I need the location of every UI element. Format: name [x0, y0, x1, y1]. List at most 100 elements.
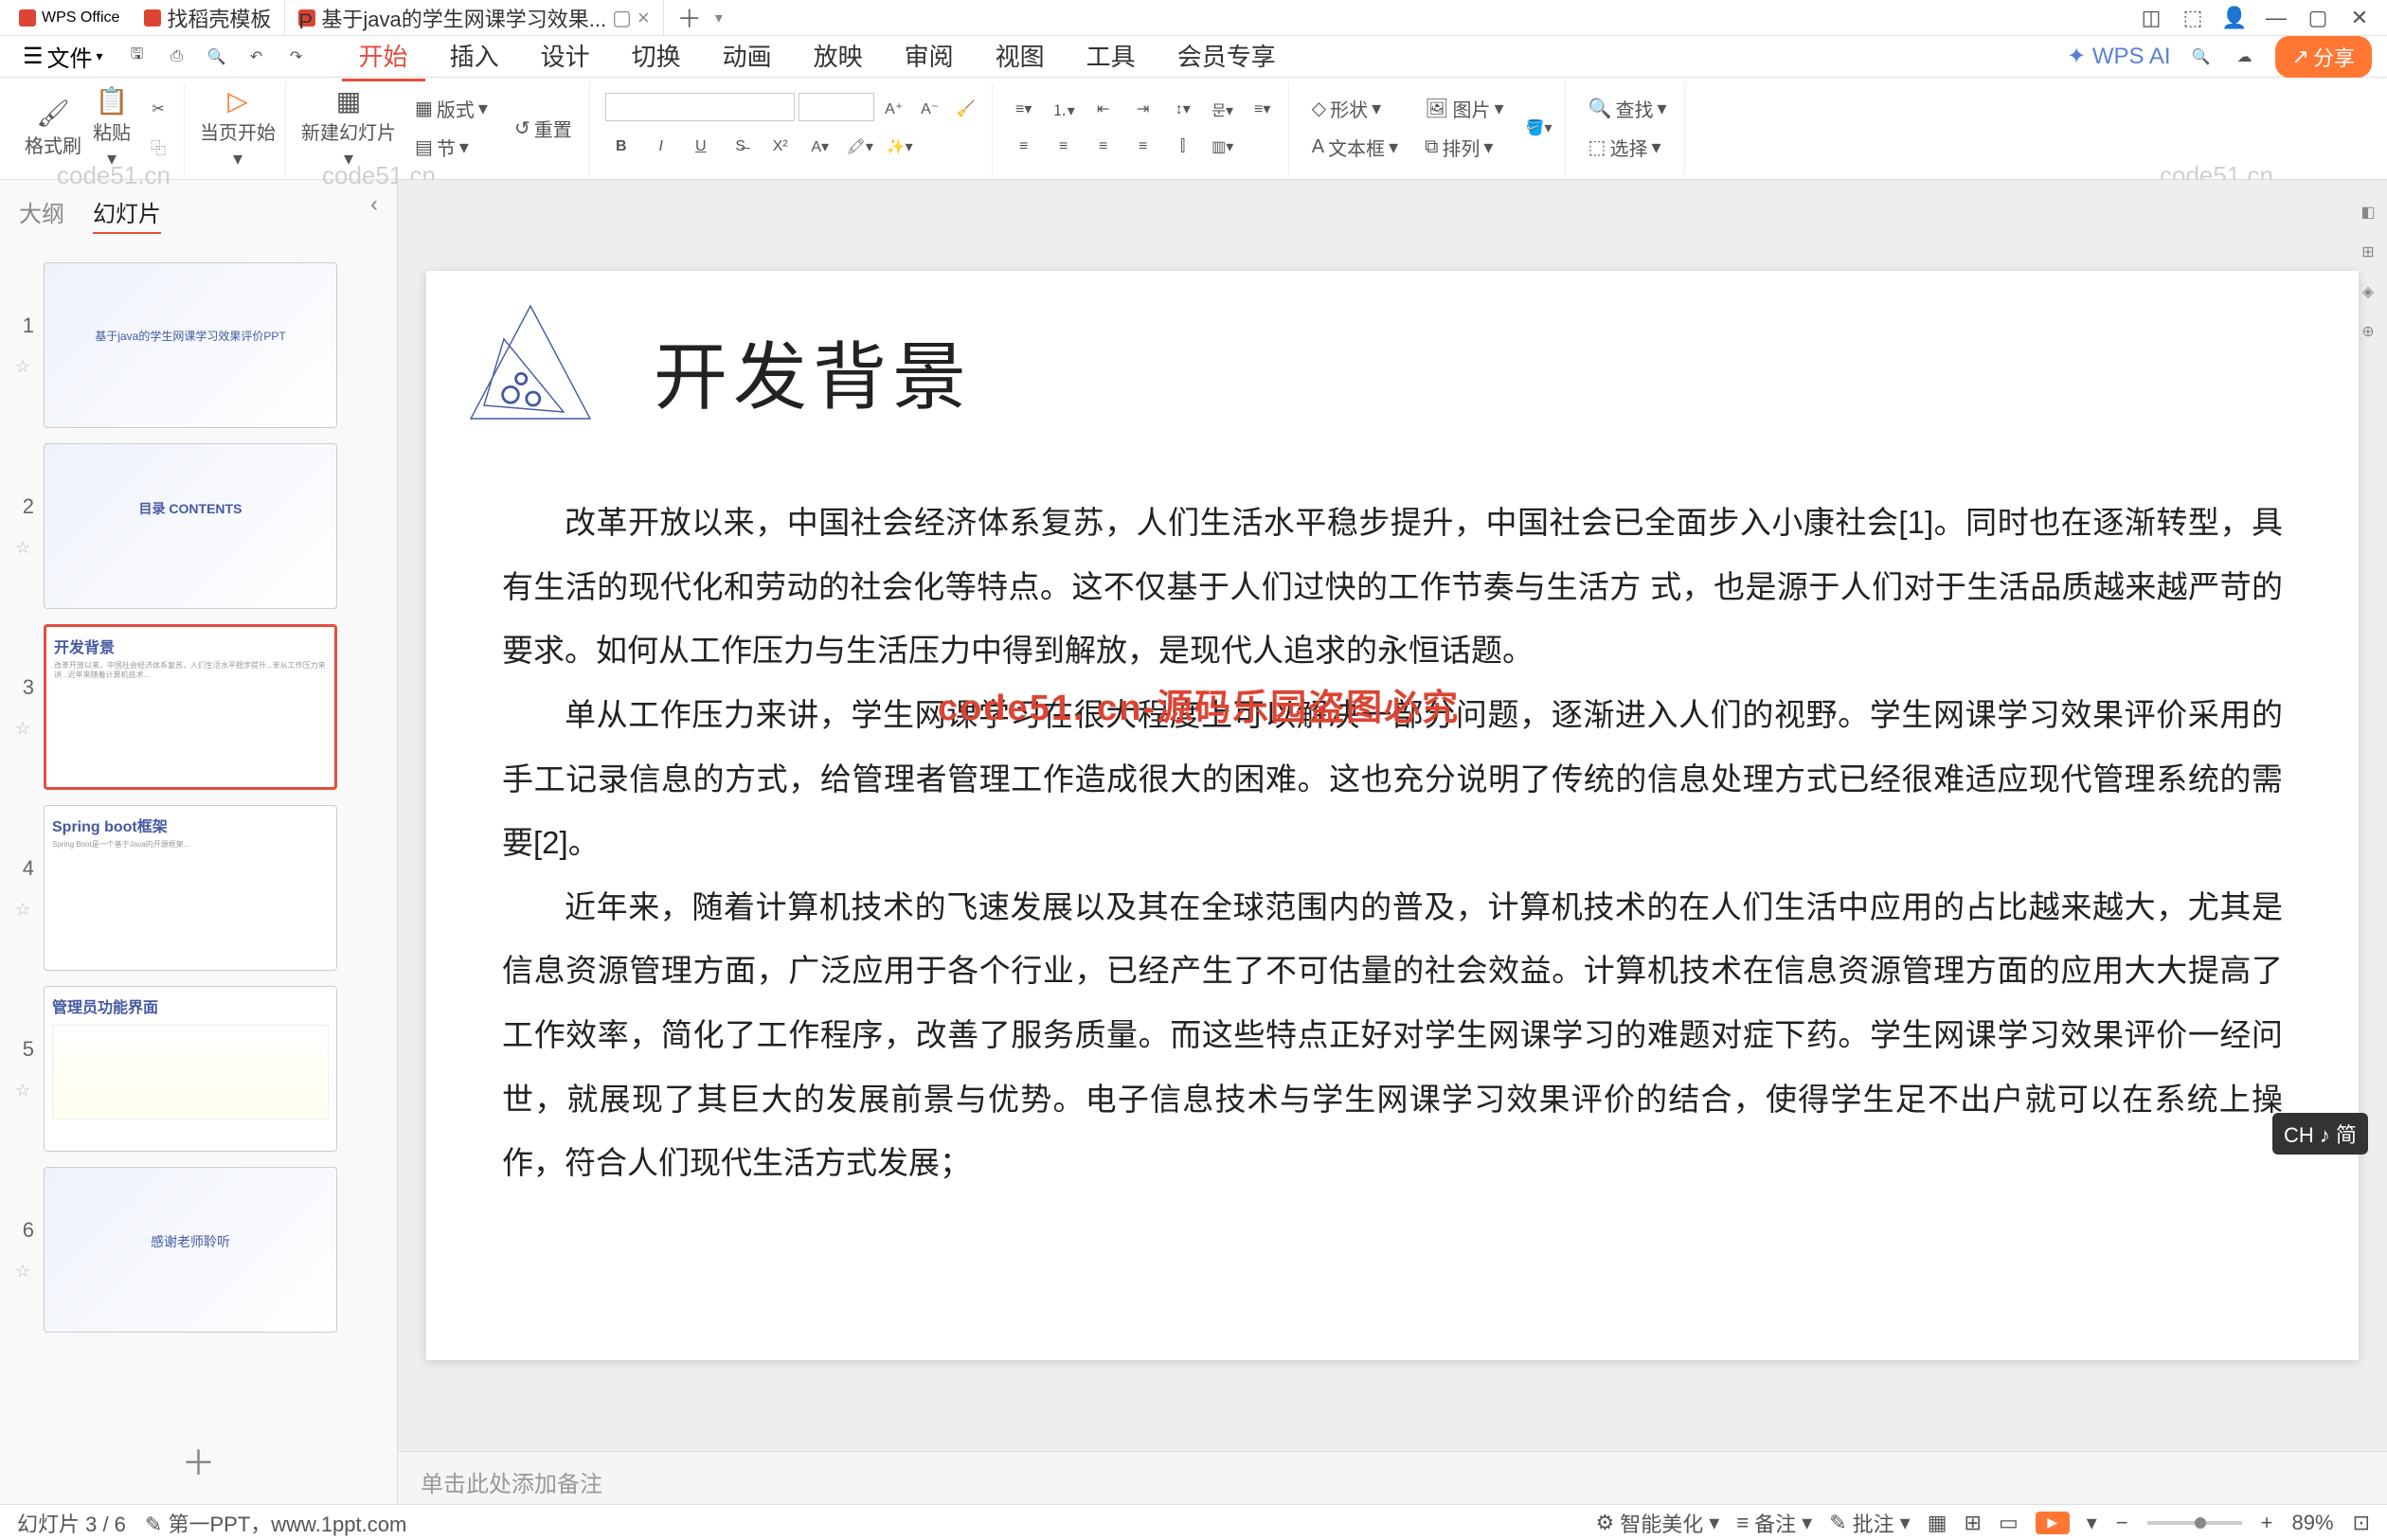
paragraph[interactable]: 近年来，随着计算机技术的飞速发展以及其在全球范围内的普及，计算机技术的在人们生活… [502, 875, 2283, 1195]
minimize-button[interactable]: — [2264, 6, 2288, 30]
slide-body[interactable]: 改革开放以来，中国社会经济体系复苏，人们生活水平稳步提升，中国社会已全面步入小康… [502, 491, 2283, 1195]
font-color-icon[interactable]: A▾ [804, 131, 836, 163]
slide-thumbnail-1[interactable]: 1☆ 基于java的学生网课学习效果评价PPT [0, 255, 397, 436]
star-icon[interactable]: ☆ [15, 1262, 34, 1281]
slideshow-button[interactable]: ▶ [2036, 1512, 2070, 1534]
section-button[interactable]: ▤ 节 ▾ [407, 130, 495, 165]
ime-indicator[interactable]: CH ♪ 简 [2272, 1113, 2368, 1155]
indent-right-icon[interactable]: ⇥ [1127, 93, 1159, 125]
align-left-icon[interactable]: ≡ [1008, 131, 1040, 163]
bold-icon[interactable]: B [605, 131, 637, 163]
canvas-viewport[interactable]: 开发背景 改革开放以来，中国社会经济体系复苏，人们生活水平稳步提升，中国社会已全… [398, 180, 2387, 1451]
tab-insert[interactable]: 插入 [433, 32, 516, 81]
from-current-button[interactable]: ▷当页开始 ▾ [200, 85, 276, 170]
zoom-in-icon[interactable]: + [2261, 1511, 2273, 1535]
align-justify-icon[interactable]: ≡ [1127, 131, 1159, 163]
tab-slideshow[interactable]: 放映 [797, 32, 880, 81]
collapse-panel-icon[interactable]: ‹ [370, 191, 378, 234]
tab-document[interactable]: P 基于java的学生网课学习效果... ▢ × [285, 0, 663, 35]
fit-window-icon[interactable]: ⊡ [2353, 1511, 2370, 1535]
font-select[interactable] [605, 93, 795, 121]
tab-member[interactable]: 会员专享 [1160, 32, 1293, 81]
save-icon[interactable]: 🖫 [124, 44, 151, 70]
slide-thumbnail-5[interactable]: 5☆ 管理员功能界面 [0, 978, 397, 1159]
distribute-icon[interactable]: ⫿ [1167, 131, 1199, 163]
reset-button[interactable]: ↺ 重置 [507, 111, 580, 146]
tab-animation[interactable]: 动画 [706, 32, 789, 81]
tab-design[interactable]: 设计 [524, 32, 607, 81]
tab-transition[interactable]: 切换 [615, 32, 698, 81]
file-menu[interactable]: ☰文件▾ [15, 36, 111, 77]
sorter-view-icon[interactable]: ⊞ [1965, 1511, 1982, 1535]
paragraph[interactable]: 单从工作压力来讲，学生网课学习在很大程度上可以解决一部分问题，逐渐进入人们的视野… [502, 683, 2283, 875]
underline-icon[interactable]: U [685, 131, 717, 163]
copy-icon[interactable]: ⿻ [142, 131, 174, 163]
tab-templates[interactable]: 找稻壳模板 [131, 0, 285, 35]
numbering-icon[interactable]: ⒈▾ [1048, 93, 1080, 125]
preview-icon[interactable]: 🔍 [204, 44, 230, 70]
layout-button[interactable]: ▦ 版式 ▾ [407, 91, 495, 126]
undo-icon[interactable]: ↶ [243, 44, 270, 70]
side-tool-icon[interactable]: ⊕ [2355, 318, 2381, 345]
tab-close-icon[interactable]: × [637, 6, 650, 30]
template-info[interactable]: ✎ 第一PPT，www.1ppt.com [145, 1508, 406, 1538]
tab-view[interactable]: 视图 [978, 32, 1062, 81]
cloud-icon[interactable]: ☁ [2232, 44, 2258, 70]
shape-button[interactable]: ◇ 形状 ▾ [1304, 91, 1406, 126]
slide-canvas[interactable]: 开发背景 改革开放以来，中国社会经济体系复苏，人们生活水平稳步提升，中国社会已全… [426, 271, 2359, 1360]
slides-tab[interactable]: 幻灯片 [93, 191, 161, 234]
slide-thumbnail-3[interactable]: 3☆ 开发背景 改革开放以来，中国社会经济体系复苏，人们生活水平稳步提升...单… [0, 617, 397, 797]
arrange-button[interactable]: ⧉ 排列 ▾ [1417, 130, 1511, 165]
highlight-icon[interactable]: 🖍▾ [844, 131, 876, 163]
side-tool-icon[interactable]: ◧ [2355, 199, 2381, 225]
font-size-select[interactable] [799, 93, 874, 121]
select-button[interactable]: ⬚ 选择 ▾ [1581, 130, 1675, 165]
find-button[interactable]: 🔍 查找 ▾ [1581, 91, 1675, 126]
slide-heading[interactable]: 开发背景 [654, 318, 2283, 424]
increase-font-icon[interactable]: A⁺ [878, 93, 910, 125]
indent-left-icon[interactable]: ⇤ [1087, 93, 1120, 125]
paste-button[interactable]: 📋粘贴 ▾ [93, 85, 131, 170]
italic-icon[interactable]: I [645, 131, 677, 163]
tab-present-icon[interactable]: ▢ [612, 6, 632, 30]
textbox-button[interactable]: A 文本框 ▾ [1304, 130, 1406, 165]
strike-icon[interactable]: S̶ [725, 131, 757, 163]
slide-thumbnail-2[interactable]: 2☆ 目录 CONTENTS [0, 436, 397, 617]
paragraph[interactable]: 改革开放以来，中国社会经济体系复苏，人们生活水平稳步提升，中国社会已全面步入小康… [502, 491, 2283, 683]
align-text-icon[interactable]: ≡▾ [1247, 93, 1279, 125]
maximize-button[interactable]: ▢ [2306, 6, 2330, 30]
new-tab-dropdown[interactable]: ▾ [715, 9, 723, 27]
star-icon[interactable]: ☆ [15, 900, 34, 920]
avatar-icon[interactable]: 👤 [2222, 6, 2247, 30]
redo-icon[interactable]: ↷ [283, 44, 310, 70]
search-icon[interactable]: 🔍 [2188, 44, 2215, 70]
zoom-out-icon[interactable]: − [2116, 1511, 2128, 1535]
star-icon[interactable]: ☆ [15, 538, 34, 558]
slides-list[interactable]: 1☆ 基于java的学生网课学习效果评价PPT 2☆ 目录 CONTENTS 3… [0, 245, 397, 1417]
zoom-slider[interactable] [2147, 1521, 2242, 1525]
cut-icon[interactable]: ✂ [142, 93, 174, 125]
star-icon[interactable]: ☆ [15, 357, 34, 377]
line-spacing-icon[interactable]: ↕▾ [1167, 93, 1199, 125]
fill-color-icon[interactable]: 🪣▾ [1523, 112, 1555, 144]
new-tab-button[interactable]: ＋ [664, 0, 715, 35]
cube-icon[interactable]: ⬚ [2181, 6, 2205, 30]
share-button[interactable]: ↗ 分享 [2275, 36, 2372, 78]
superscript-icon[interactable]: X² [764, 131, 797, 163]
effects-icon[interactable]: ✨▾ [884, 131, 916, 163]
clear-format-icon[interactable]: 🧹 [950, 93, 982, 125]
reading-view-icon[interactable]: ▭ [1999, 1511, 2019, 1535]
comments-toggle[interactable]: ✎ 批注 ▾ [1829, 1508, 1911, 1538]
picture-button[interactable]: 🖼 图片 ▾ [1417, 91, 1511, 126]
side-tool-icon[interactable]: ⊞ [2355, 239, 2381, 265]
format-brush-button[interactable]: 🖌格式刷 [25, 98, 81, 158]
star-icon[interactable]: ☆ [15, 719, 34, 739]
decrease-font-icon[interactable]: A⁻ [914, 93, 946, 125]
close-button[interactable]: ✕ [2347, 6, 2372, 30]
bullets-icon[interactable]: ≡▾ [1008, 93, 1040, 125]
wps-ai-button[interactable]: ✦ WPS AI [2067, 43, 2170, 70]
zoom-level[interactable]: 89% [2292, 1511, 2334, 1535]
new-slide-button[interactable]: ▦新建幻灯片 ▾ [301, 85, 396, 170]
slide-thumbnail-4[interactable]: 4☆ Spring boot框架Spring Boot是一个基于Java的开源框… [0, 797, 397, 978]
window-mode-icon[interactable]: ◫ [2139, 6, 2163, 30]
